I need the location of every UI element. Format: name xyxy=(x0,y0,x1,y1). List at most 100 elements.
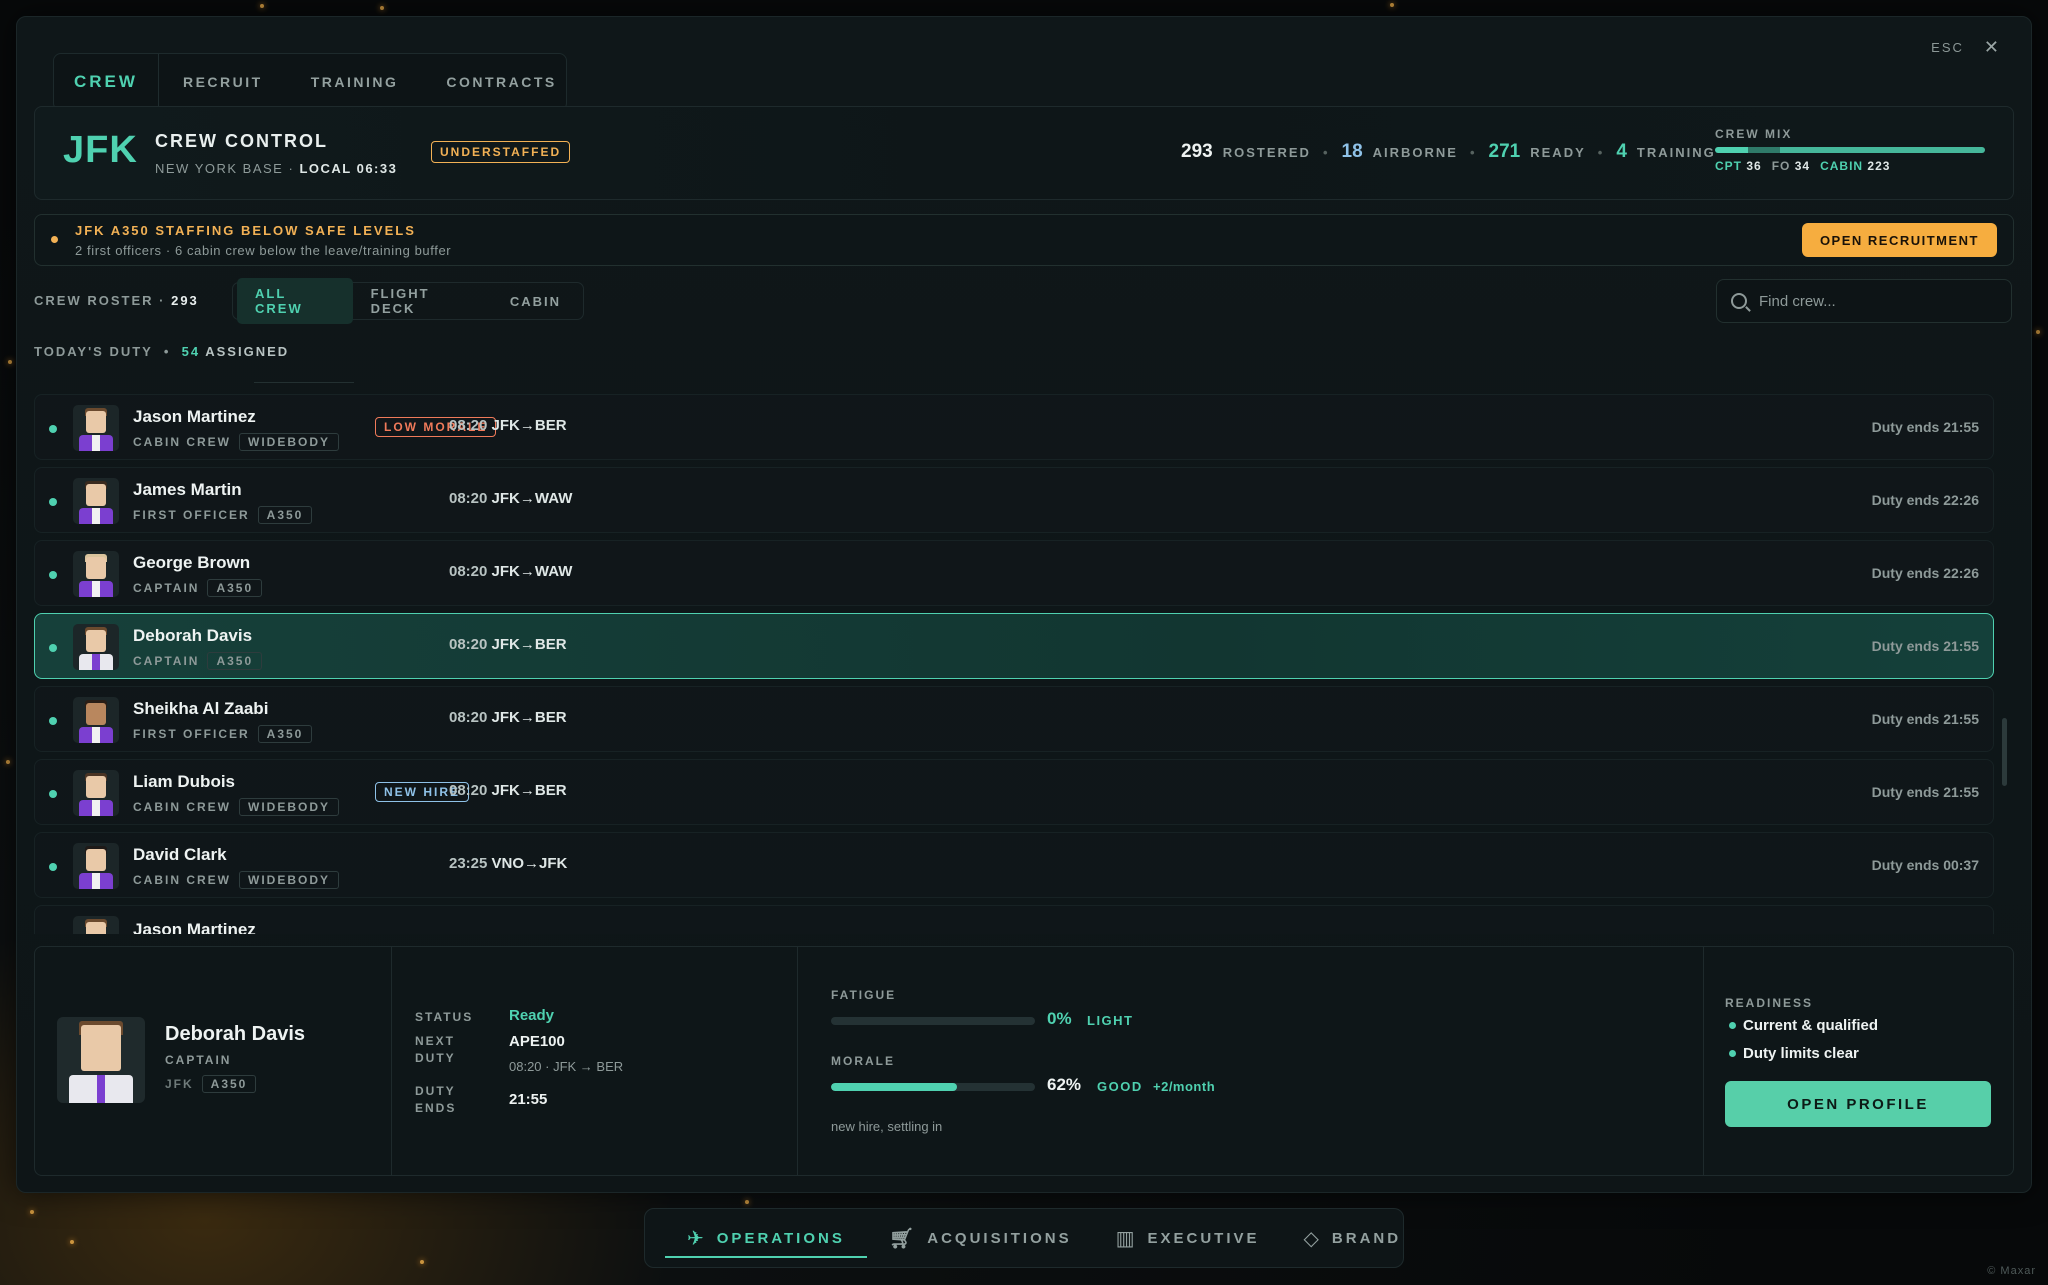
qualification-chip: A350 xyxy=(207,652,263,670)
avatar xyxy=(73,551,119,597)
avatar xyxy=(57,1017,145,1103)
readiness-label: READINESS xyxy=(1725,996,1814,1010)
list-item[interactable]: Jason Martinez xyxy=(34,905,1994,934)
status-badge: UNDERSTAFFED xyxy=(431,141,571,163)
flight-info: 08:20 JFK→WAW xyxy=(449,563,572,580)
roster-label: CREW ROSTER · 293 xyxy=(34,293,199,308)
flight-info: 08:20 JFK→BER xyxy=(449,636,567,653)
crew-mix: CREW MIX CPT 36 FO 34 CABIN 223 xyxy=(1715,127,1985,173)
nav-label: ACQUISITIONS xyxy=(927,1229,1072,1247)
list-item-selected[interactable]: Deborah Davis CAPTAIN A350 08:20 JFK→BER … xyxy=(34,613,1994,679)
morale-bar-fill xyxy=(831,1083,958,1091)
list-scrollbar[interactable] xyxy=(2002,718,2007,786)
duty-ends: Duty ends 22:26 xyxy=(1871,565,1979,581)
detail-name: Deborah Davis xyxy=(165,1023,306,1045)
crew-detail-panel: Deborah Davis CAPTAIN JFK A350 STATUS Rea… xyxy=(34,946,2014,1176)
avatar xyxy=(73,770,119,816)
fatigue-tag: LIGHT xyxy=(1087,1013,1134,1028)
crew-role: CAPTAIN A350 xyxy=(133,579,263,597)
cpt-count: 36 xyxy=(1746,159,1762,173)
cabin-label: CABIN xyxy=(1820,159,1864,173)
filter-all-crew[interactable]: ALL CREW xyxy=(237,278,353,324)
flight-route: JFK→BER xyxy=(491,636,567,653)
roster-count: 293 xyxy=(171,293,199,308)
crew-role: CABIN CREW WIDEBODY xyxy=(133,433,339,451)
fatigue-percent: 0% xyxy=(1047,1009,1072,1028)
search-input[interactable] xyxy=(1757,291,1991,311)
nav-operations[interactable]: ✈ OPERATIONS xyxy=(665,1208,867,1268)
tab-contracts[interactable]: CONTRACTS xyxy=(422,74,580,90)
list-item[interactable]: Liam Dubois CABIN CREW WIDEBODY NEW HIRE … xyxy=(34,759,1994,825)
duty-ends: Duty ends 21:55 xyxy=(1871,711,1979,727)
crew-name: Deborah Davis xyxy=(133,626,253,645)
crew-mix-cabin-segment xyxy=(1779,147,1985,153)
flight-route: JFK→BER xyxy=(491,417,567,434)
avatar xyxy=(73,916,119,934)
local-time: LOCAL 06:33 xyxy=(299,161,398,176)
cpt-label: CPT xyxy=(1715,159,1742,173)
duty-ends: Duty ends 22:26 xyxy=(1871,492,1979,508)
duty-title: TODAY'S DUTY xyxy=(34,344,153,359)
flight-time: 23:25 xyxy=(449,855,488,872)
roster-filters: ALL CREW FLIGHT DECK CABIN xyxy=(232,278,584,324)
crew-search[interactable] xyxy=(1716,279,2012,323)
nav-executive[interactable]: ▥ EXECUTIVE xyxy=(1094,1208,1282,1268)
tab-crew[interactable]: CREW xyxy=(54,54,159,110)
crew-stats: 293 ROSTERED • 18 AIRBORNE • 271 READY •… xyxy=(1181,141,1716,163)
flight-time: 08:20 xyxy=(449,417,488,434)
nav-label: BRAND xyxy=(1331,1229,1402,1247)
crew-role: FIRST OFFICER A350 xyxy=(133,506,313,524)
flight-route: VNO→JFK xyxy=(491,855,568,872)
detail-base-code: JFK xyxy=(165,1077,194,1091)
todays-duty-label: TODAY'S DUTY • 54 ASSIGNED xyxy=(34,344,289,359)
list-item[interactable]: Sheikha Al Zaabi FIRST OFFICER A350 08:20… xyxy=(34,686,1994,752)
divider xyxy=(797,947,798,1175)
staffing-alert: JFK A350 STAFFING BELOW SAFE LEVELS 2 fi… xyxy=(34,214,2014,266)
list-item[interactable]: James Martin FIRST OFFICER A350 08:20 JFK… xyxy=(34,467,1994,533)
rostered-count: 293 xyxy=(1181,141,1213,162)
status-dot-icon xyxy=(49,571,57,579)
morale-tag: GOOD xyxy=(1097,1079,1143,1094)
duty-ends: Duty ends 00:37 xyxy=(1871,857,1979,873)
tab-training[interactable]: TRAINING xyxy=(287,74,423,90)
filter-cabin[interactable]: CABIN xyxy=(492,286,579,317)
separator: · xyxy=(159,293,166,308)
tab-recruit[interactable]: RECRUIT xyxy=(159,74,287,90)
role-label: FIRST OFFICER xyxy=(133,508,250,522)
open-profile-button[interactable]: OPEN PROFILE xyxy=(1725,1081,1991,1127)
open-recruitment-button[interactable]: OPEN RECRUITMENT xyxy=(1801,223,1997,257)
base-code: JFK xyxy=(63,129,138,171)
flight-route: JFK→WAW xyxy=(491,490,573,507)
esc-hint[interactable]: ESC xyxy=(1931,40,1964,55)
training-label: TRAINING xyxy=(1636,145,1716,160)
list-item[interactable]: Jason Martinez CABIN CREW WIDEBODY LOW MO… xyxy=(34,394,1994,460)
list-item[interactable]: David Clark CABIN CREW WIDEBODY 23:25 VNO… xyxy=(34,832,1994,898)
base-subtitle: NEW YORK BASE · LOCAL 06:33 xyxy=(155,161,397,176)
rostered-label: ROSTERED xyxy=(1222,145,1311,160)
avatar xyxy=(73,697,119,743)
crew-mix-legend: CPT 36 FO 34 CABIN 223 xyxy=(1715,159,1985,173)
duty-assigned-label: ASSIGNED xyxy=(205,344,290,359)
filter-flight-deck[interactable]: FLIGHT DECK xyxy=(353,278,492,324)
nav-acquisitions[interactable]: 🛒︎ ACQUISITIONS xyxy=(867,1208,1094,1268)
flight-route: JFK→BER xyxy=(491,709,567,726)
duty-ends-value: 21:55 xyxy=(509,1091,548,1108)
list-item[interactable]: George Brown CAPTAIN A350 08:20 JFK→WAW D… xyxy=(34,540,1994,606)
morale-label: MORALE xyxy=(831,1054,895,1068)
flight-info: 08:20 JFK→BER xyxy=(449,709,567,726)
duty-count: 54 xyxy=(181,344,201,359)
close-icon[interactable]: ✕ xyxy=(1984,37,2001,58)
divider xyxy=(1703,947,1704,1175)
flight-time: 08:20 xyxy=(449,563,488,580)
window-controls: ESC ✕ xyxy=(1931,37,2001,58)
avatar xyxy=(73,478,119,524)
fo-label: FO xyxy=(1771,159,1791,173)
training-count: 4 xyxy=(1616,141,1627,162)
dot-separator: • xyxy=(1469,145,1477,160)
crew-role: CAPTAIN A350 xyxy=(133,652,263,670)
bottom-nav: ✈ OPERATIONS 🛒︎ ACQUISITIONS ▥ EXECUTIVE… xyxy=(644,1208,1404,1268)
crew-list: Jason Martinez CABIN CREW WIDEBODY LOW MO… xyxy=(34,382,1994,934)
role-label: CAPTAIN xyxy=(133,654,200,668)
dot-separator: • xyxy=(1322,145,1330,160)
nav-brand[interactable]: ◇ BRAND xyxy=(1282,1208,1424,1268)
